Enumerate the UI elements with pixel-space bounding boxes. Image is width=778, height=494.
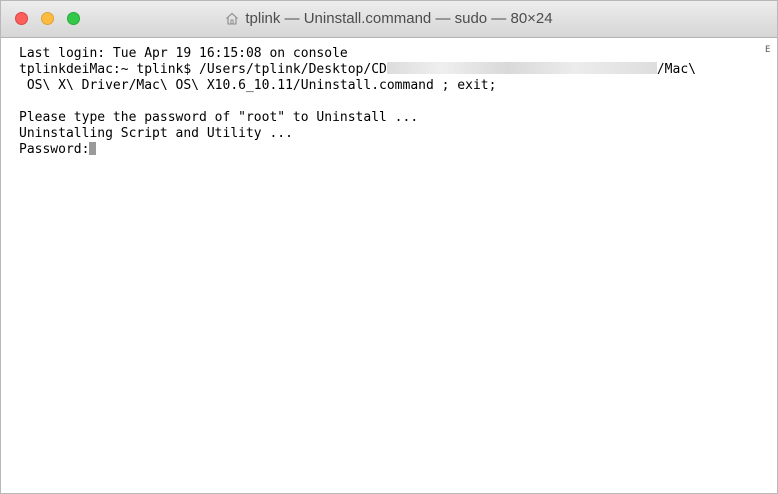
- home-icon: [225, 12, 239, 29]
- terminal-line-login: Last login: Tue Apr 19 16:15:08 on conso…: [19, 46, 348, 61]
- command-suffix: /Mac\: [656, 62, 696, 77]
- scroll-marker: E: [765, 45, 771, 55]
- text-cursor: [89, 142, 97, 155]
- terminal-line-command: tplinkdeiMac:~ tplink$ /Users/tplink/Des…: [19, 62, 763, 78]
- redacted-path: [386, 62, 657, 74]
- terminal-line-prompt-info: Please type the password of "root" to Un…: [19, 110, 419, 125]
- terminal-content[interactable]: Last login: Tue Apr 19 16:15:08 on conso…: [1, 38, 763, 493]
- terminal-window: tplink — Uninstall.command — sudo — 80×2…: [0, 0, 778, 494]
- terminal-line-command-cont: OS\ X\ Driver/Mac\ OS\ X10.6_10.11/Unins…: [19, 78, 497, 93]
- password-prompt: Password:: [19, 142, 90, 157]
- terminal-line-password: Password:: [19, 142, 763, 158]
- terminal-line-uninstalling: Uninstalling Script and Utility ...: [19, 126, 293, 141]
- window-title: tplink — Uninstall.command — sudo — 80×2…: [245, 10, 553, 27]
- title-bar[interactable]: tplink — Uninstall.command — sudo — 80×2…: [1, 1, 777, 38]
- window-title-wrap: tplink — Uninstall.command — sudo — 80×2…: [1, 10, 777, 29]
- command-prefix: tplinkdeiMac:~ tplink$ /Users/tplink/Des…: [19, 62, 387, 77]
